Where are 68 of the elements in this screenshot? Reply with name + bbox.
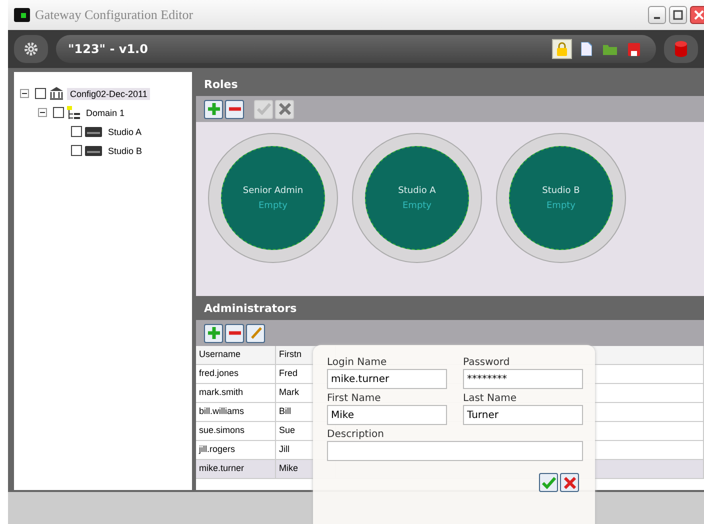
role-ring[interactable]: Studio B Empty bbox=[496, 133, 626, 263]
role-status: Empty bbox=[402, 200, 432, 210]
close-button[interactable] bbox=[690, 6, 704, 24]
device-icon bbox=[85, 146, 102, 156]
input-field[interactable]: Mike bbox=[327, 405, 447, 425]
cancel-button[interactable] bbox=[560, 473, 579, 492]
collapse-icon[interactable] bbox=[38, 108, 47, 117]
configuration-name: "123" - v1.0 bbox=[68, 42, 148, 56]
tree-checkbox[interactable] bbox=[71, 126, 82, 137]
tree-checkbox[interactable] bbox=[35, 88, 46, 99]
input-field[interactable] bbox=[327, 441, 583, 461]
hierarchy-icon bbox=[67, 106, 80, 120]
folder-icon bbox=[603, 43, 617, 55]
device-icon bbox=[85, 126, 102, 136]
table-cell: bill.williams bbox=[196, 403, 276, 421]
field-label: Last Name bbox=[463, 393, 518, 404]
table-cell: mark.smith bbox=[196, 384, 276, 402]
database-button[interactable] bbox=[664, 35, 698, 63]
role-ring[interactable]: Studio A Empty bbox=[352, 133, 482, 263]
maximize-button[interactable] bbox=[669, 6, 687, 24]
role-ring[interactable]: Senior Admin Empty bbox=[208, 133, 338, 263]
table-cell: sue.simons bbox=[196, 422, 276, 440]
document-icon bbox=[580, 42, 592, 56]
settings-icon bbox=[24, 42, 38, 56]
edit-button[interactable] bbox=[246, 324, 265, 342]
column-header[interactable]: Username bbox=[196, 346, 276, 364]
window-title: Gateway Configuration Editor bbox=[35, 7, 194, 23]
add-button[interactable] bbox=[204, 100, 223, 118]
app-icon bbox=[14, 8, 30, 22]
tree-item[interactable]: Studio A bbox=[105, 126, 145, 138]
remove-button[interactable] bbox=[225, 100, 244, 118]
settings-button[interactable] bbox=[14, 35, 48, 63]
role-name: Studio A bbox=[398, 186, 436, 196]
check-icon bbox=[542, 476, 556, 488]
add-button[interactable] bbox=[204, 324, 223, 342]
maximize-icon bbox=[673, 10, 683, 20]
building-icon bbox=[49, 87, 64, 100]
database-icon bbox=[675, 41, 687, 57]
role-status: Empty bbox=[258, 200, 288, 210]
plus-icon bbox=[208, 327, 220, 339]
input-field[interactable]: Turner bbox=[463, 405, 583, 425]
tree-checkbox[interactable] bbox=[71, 145, 82, 156]
collapse-icon[interactable] bbox=[20, 89, 29, 98]
table-cell: jill.rogers bbox=[196, 441, 276, 459]
role-name: Senior Admin bbox=[242, 186, 304, 196]
cross-icon bbox=[278, 103, 290, 115]
padlock-icon bbox=[556, 42, 568, 56]
tree-item[interactable]: Config02-Dec-2011 bbox=[67, 88, 150, 100]
tree-checkbox[interactable] bbox=[53, 107, 64, 118]
close-icon bbox=[694, 10, 704, 20]
tree-item[interactable]: Domain 1 bbox=[83, 106, 128, 118]
cross-icon bbox=[564, 476, 576, 488]
table-cell: fred.jones bbox=[196, 365, 276, 383]
table-cell: mike.turner bbox=[196, 460, 276, 478]
section-title: Administrators bbox=[204, 302, 297, 314]
field-label: Password bbox=[463, 357, 511, 368]
minimize-button[interactable] bbox=[648, 6, 666, 24]
confirm-button[interactable] bbox=[539, 473, 558, 492]
plus-icon bbox=[208, 103, 220, 115]
role-name: Studio B bbox=[542, 186, 580, 196]
tree-item[interactable]: Studio B bbox=[105, 144, 146, 156]
section-title: Roles bbox=[204, 78, 238, 90]
role-status: Empty bbox=[546, 200, 576, 210]
pencil-icon bbox=[250, 327, 262, 339]
check-icon bbox=[256, 103, 270, 115]
input-field[interactable]: mike.turner bbox=[327, 369, 447, 389]
remove-button[interactable] bbox=[225, 324, 244, 342]
input-field[interactable]: ******** bbox=[463, 369, 583, 389]
